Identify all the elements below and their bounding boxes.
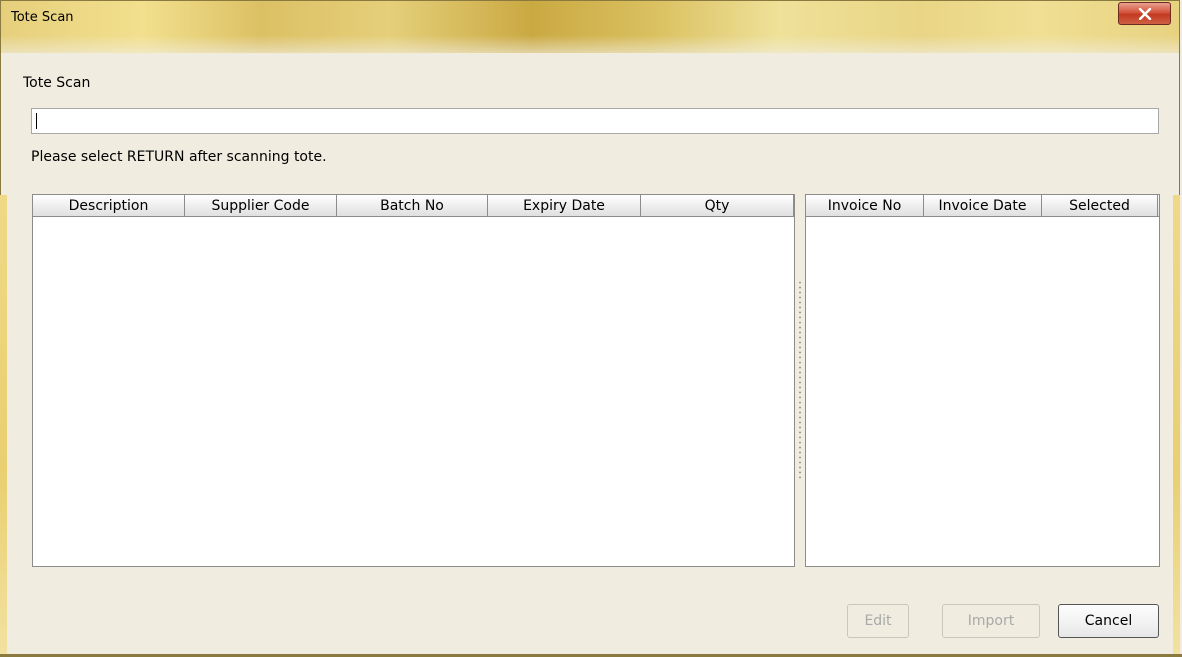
column-header-invoice-date[interactable]: Invoice Date <box>924 195 1042 216</box>
window-title: Tote Scan <box>11 10 74 25</box>
edit-button[interactable]: Edit <box>847 604 909 638</box>
close-button[interactable] <box>1118 2 1171 25</box>
title-bar[interactable]: Tote Scan <box>1 1 1179 53</box>
column-header-expiry-date[interactable]: Expiry Date <box>488 195 641 216</box>
column-header-batch-no[interactable]: Batch No <box>337 195 488 216</box>
right-frame-edge <box>1173 195 1180 655</box>
invoice-table-header: Invoice No Invoice Date Selected <box>806 195 1159 217</box>
split-pane-divider[interactable] <box>797 280 803 480</box>
invoice-table[interactable]: Invoice No Invoice Date Selected <box>805 194 1160 567</box>
column-header-qty[interactable]: Qty <box>641 195 794 216</box>
tote-scan-input[interactable] <box>31 108 1159 134</box>
column-header-invoice-no[interactable]: Invoice No <box>806 195 924 216</box>
close-icon <box>1138 7 1151 20</box>
column-header-supplier-code[interactable]: Supplier Code <box>185 195 337 216</box>
column-header-description[interactable]: Description <box>33 195 185 216</box>
cancel-button[interactable]: Cancel <box>1058 604 1159 638</box>
tote-scan-label: Tote Scan <box>23 75 91 91</box>
text-caret <box>36 113 37 129</box>
items-table-header: Description Supplier Code Batch No Expir… <box>33 195 794 217</box>
scan-hint-text: Please select RETURN after scanning tote… <box>31 149 327 165</box>
items-table[interactable]: Description Supplier Code Batch No Expir… <box>32 194 795 567</box>
left-frame-edge <box>0 195 7 655</box>
import-button[interactable]: Import <box>942 604 1040 638</box>
column-header-selected[interactable]: Selected <box>1042 195 1158 216</box>
